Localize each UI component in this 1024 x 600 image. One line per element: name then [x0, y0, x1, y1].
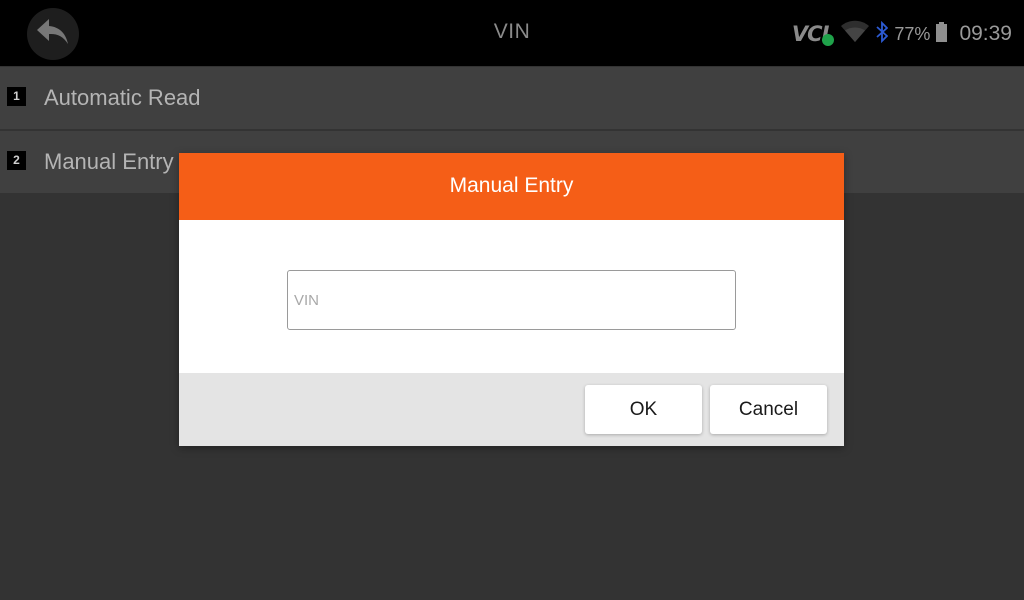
vci-connected-icon [822, 34, 835, 46]
status-bar: VCI 77% 09:39 [792, 18, 1012, 50]
dialog-body [179, 220, 844, 373]
menu-item-label: Manual Entry [44, 149, 174, 174]
cancel-button[interactable]: Cancel [710, 385, 827, 434]
top-bar: VIN VCI 77% 09:39 [0, 0, 1024, 66]
clock: 09:39 [959, 22, 1012, 45]
bluetooth-icon [876, 20, 889, 48]
menu-item-automatic-read[interactable]: 1 Automatic Read [0, 67, 1024, 129]
battery-icon [936, 21, 948, 47]
menu-item-index: 1 [7, 87, 26, 106]
vin-input[interactable] [287, 270, 736, 330]
vin-screen: VIN VCI 77% 09:39 1 Automatic Read 2 Man… [0, 0, 1024, 600]
menu-item-label: Automatic Read [44, 85, 201, 110]
ok-button[interactable]: OK [585, 385, 702, 434]
wifi-icon [840, 20, 870, 49]
vci-indicator: VCI [792, 22, 835, 46]
manual-entry-dialog: Manual Entry OK Cancel [179, 153, 844, 446]
battery-percent: 77% [894, 23, 931, 44]
menu-item-index: 2 [7, 151, 26, 170]
dialog-title: Manual Entry [449, 174, 574, 197]
dialog-footer: OK Cancel [179, 373, 844, 446]
dialog-header: Manual Entry [179, 153, 844, 220]
